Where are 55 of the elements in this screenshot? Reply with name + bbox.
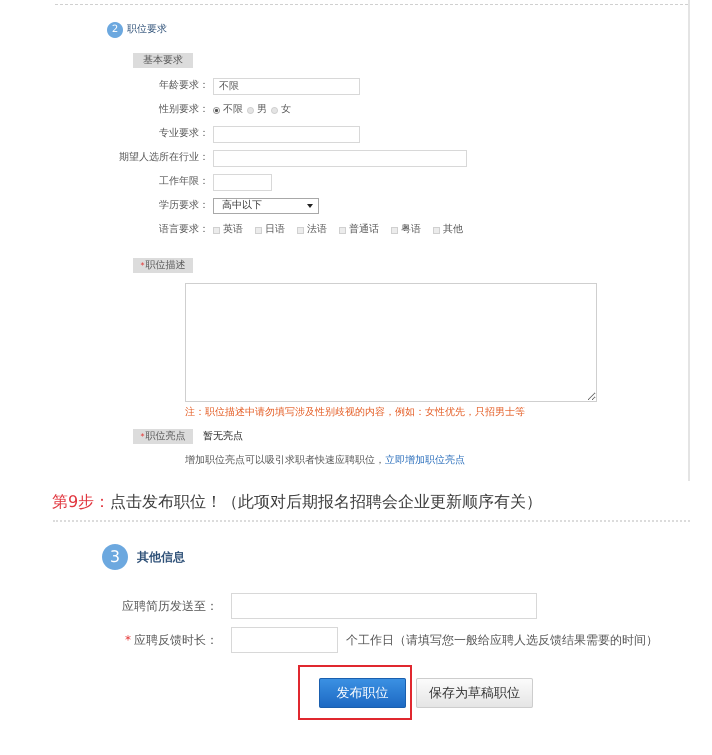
section-title: 其他信息 <box>137 550 185 564</box>
radio-button[interactable] <box>247 106 254 114</box>
save-draft-button[interactable]: 保存为草稿职位 <box>416 678 533 708</box>
publish-button[interactable]: 发布职位 <box>319 678 406 708</box>
warning-note: 注：职位描述中请勿填写涉及性别歧视的内容，例如：女性优先，只招男士等 <box>185 407 525 419</box>
checkbox[interactable] <box>433 226 440 234</box>
field-label: 学历要求： <box>159 200 209 212</box>
option-label: 男 <box>257 104 267 116</box>
option-label: 英语 <box>223 224 243 236</box>
add-highlight-link[interactable]: 立即增加职位亮点 <box>385 455 465 466</box>
field-label: 应聘简历发送至： <box>122 598 218 614</box>
text-input[interactable] <box>231 593 537 619</box>
step-number: 3 <box>102 544 128 570</box>
required-mark: * <box>140 432 144 440</box>
caret-icon <box>307 204 313 208</box>
field-label: 工作年限： <box>159 176 209 188</box>
field-label: 应聘反馈时长： <box>134 632 218 648</box>
step-instruction: 点击发布职位！（此项对后期报名招聘会企业更新顺序有关） <box>110 492 542 511</box>
option-label: 法语 <box>307 224 327 236</box>
checkbox[interactable] <box>213 226 220 234</box>
step-number: 2 <box>107 22 123 38</box>
field-label: 性别要求： <box>159 104 209 116</box>
highlight-status-text: 暂无亮点 <box>203 430 243 442</box>
checkbox[interactable] <box>339 226 346 234</box>
bar-label: 职位描述 <box>146 260 186 270</box>
option-label: 普通话 <box>349 224 379 236</box>
text-input[interactable] <box>213 174 272 190</box>
field-label: 期望人选所在行业： <box>119 152 209 164</box>
option-label: 粤语 <box>401 224 421 236</box>
dropdown[interactable]: 高中以下 <box>213 198 319 214</box>
text-input[interactable]: 不限 <box>213 78 360 94</box>
step-label: 第9步： <box>52 492 110 511</box>
field-label: 年龄要求： <box>159 80 209 92</box>
bar-label: 基本要求 <box>143 56 183 66</box>
description-textarea[interactable] <box>185 283 597 402</box>
option-label: 不限 <box>223 104 243 116</box>
text-input[interactable] <box>213 150 467 166</box>
bar-label: 职位亮点 <box>146 432 186 442</box>
option-label: 女 <box>281 104 291 116</box>
checkbox[interactable] <box>391 226 398 234</box>
field-label: 专业要求： <box>159 128 209 140</box>
hint-text: 增加职位亮点可以吸引求职者快速应聘职位，立即增加职位亮点 <box>185 455 465 467</box>
required-mark: * <box>140 262 144 270</box>
option-label: 其他 <box>443 224 463 236</box>
required-mark: * <box>125 634 131 646</box>
radio-button[interactable] <box>271 106 278 114</box>
checkbox[interactable] <box>297 226 304 234</box>
field-label: 语言要求： <box>159 224 209 236</box>
field-hint: 个工作日（请填写您一般给应聘人选反馈结果需要的时间） <box>346 632 658 648</box>
option-label: 日语 <box>265 224 285 236</box>
text-input[interactable] <box>231 627 338 653</box>
text-input[interactable] <box>213 126 360 142</box>
checkbox[interactable] <box>255 226 262 234</box>
section-title: 职位要求 <box>127 24 167 36</box>
radio-button[interactable] <box>213 106 220 114</box>
